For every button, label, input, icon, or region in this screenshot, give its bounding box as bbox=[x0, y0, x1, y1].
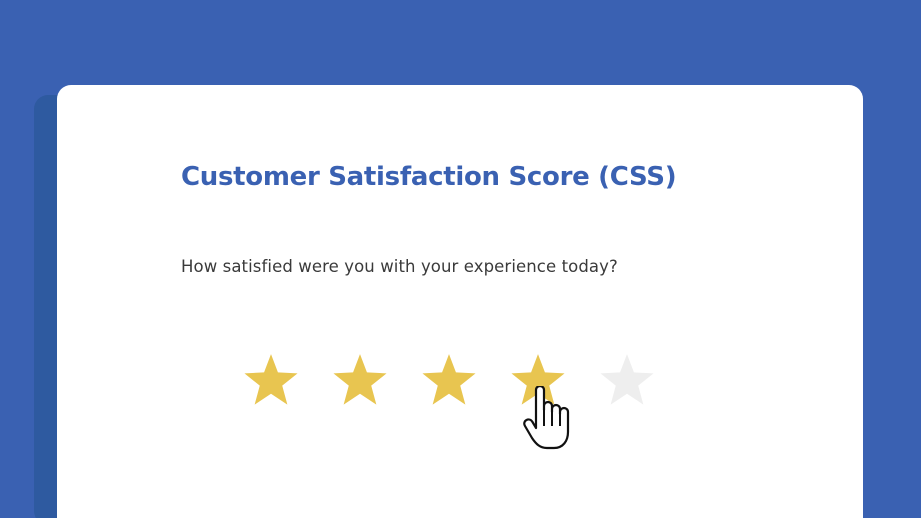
star-1-button[interactable] bbox=[240, 351, 302, 413]
survey-title: Customer Satisfaction Score (CSS) bbox=[181, 162, 677, 192]
survey-card: Customer Satisfaction Score (CSS) How sa… bbox=[57, 85, 863, 518]
star-rating bbox=[240, 351, 660, 413]
star-icon bbox=[600, 354, 654, 405]
star-5-button[interactable] bbox=[596, 351, 658, 413]
star-icon bbox=[422, 354, 476, 405]
star-3-button[interactable] bbox=[418, 351, 480, 413]
star-4-button[interactable] bbox=[507, 351, 569, 413]
star-icon bbox=[333, 354, 387, 405]
survey-question: How satisfied were you with your experie… bbox=[181, 257, 618, 276]
star-icon bbox=[244, 354, 298, 405]
star-icon bbox=[511, 354, 565, 405]
star-2-button[interactable] bbox=[329, 351, 391, 413]
